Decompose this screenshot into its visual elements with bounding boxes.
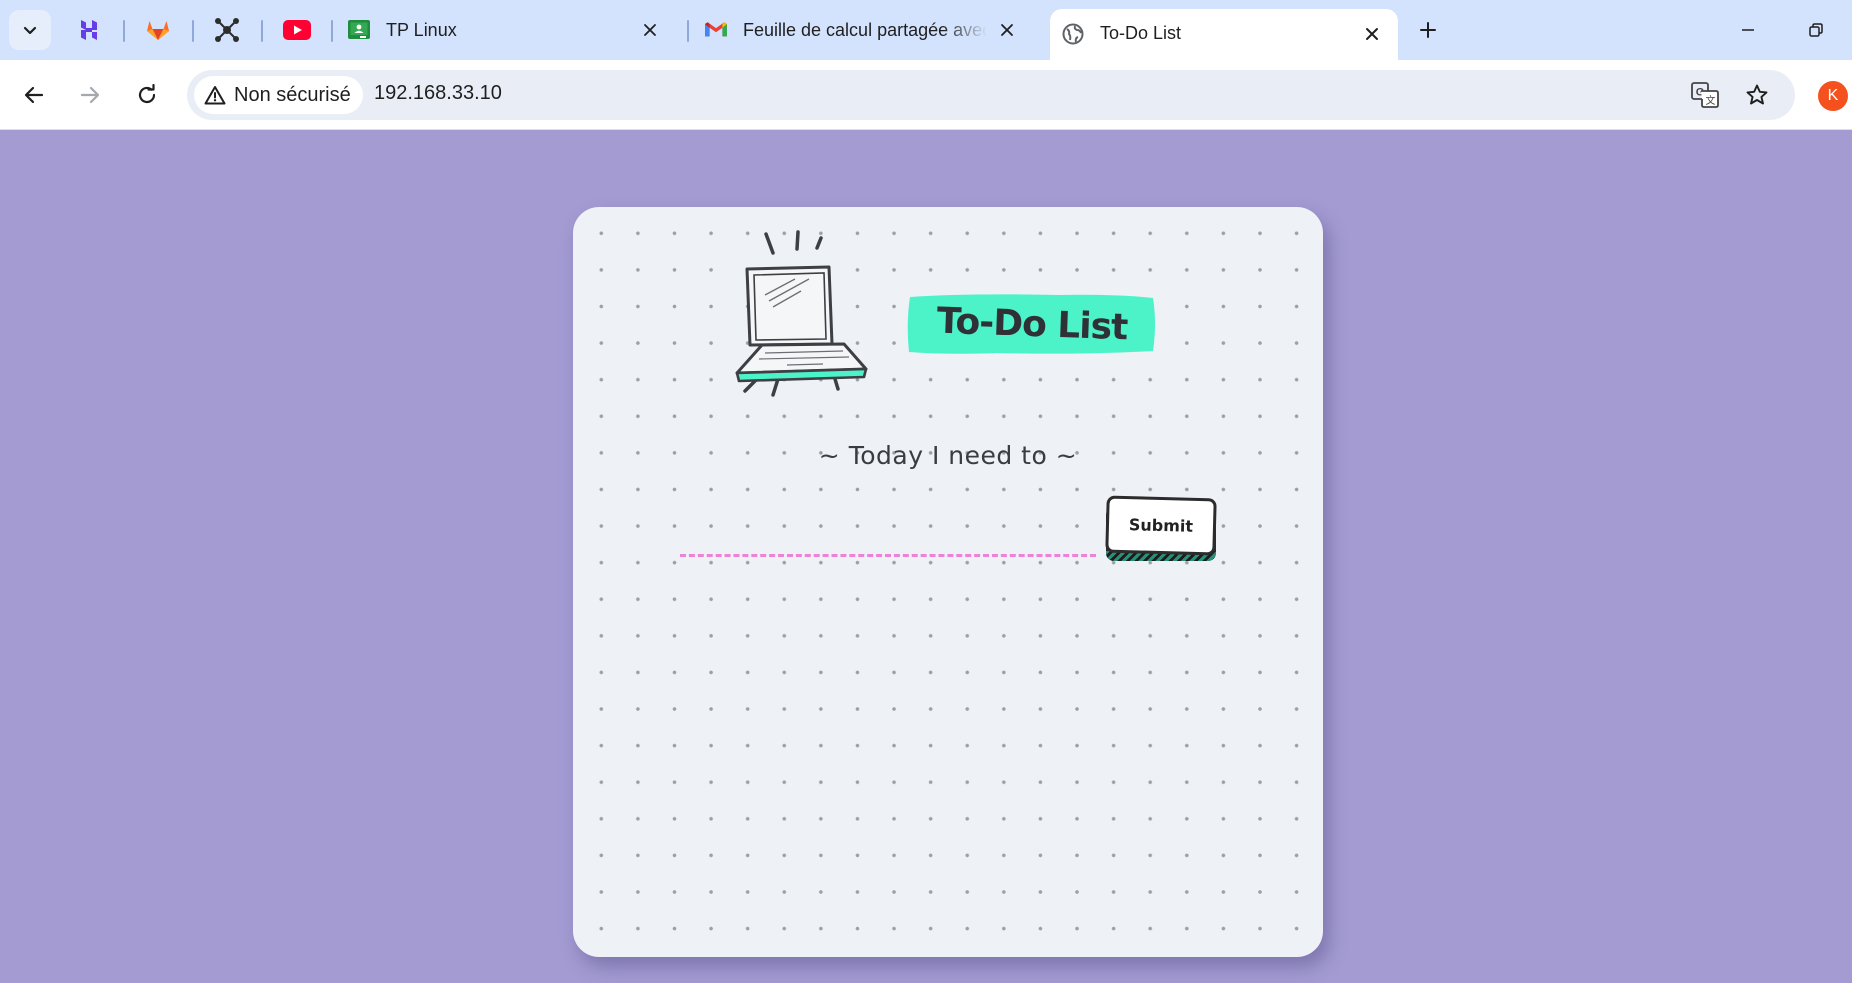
- tab-strip: TP Linux Feuille de calcul partagée avec…: [0, 0, 1852, 60]
- gitlab-icon: [147, 21, 169, 40]
- plus-icon: [1420, 22, 1436, 38]
- pinned-tab-gitlab[interactable]: [133, 10, 183, 50]
- pinned-tab-youtube[interactable]: [272, 10, 322, 50]
- reload-icon: [138, 84, 156, 104]
- submit-button-wrapper: Submit: [1105, 495, 1217, 563]
- chevron-down-icon: [23, 26, 37, 35]
- tab-separator: [687, 20, 689, 42]
- close-icon: [1001, 24, 1013, 36]
- pinned-tab-network[interactable]: [202, 10, 252, 50]
- close-tab-button[interactable]: [995, 18, 1019, 42]
- close-icon: [644, 24, 656, 36]
- todo-card: To-Do List ~ Today I need to ~ Submit: [573, 207, 1323, 957]
- globe-icon: [1062, 23, 1084, 45]
- tab-separator: [261, 20, 263, 42]
- translate-icon: G文: [1691, 82, 1719, 108]
- close-tab-button[interactable]: [638, 18, 662, 42]
- star-icon: [1746, 84, 1768, 105]
- pinned-tab-hostinger[interactable]: [64, 10, 114, 50]
- google-classroom-icon: [348, 19, 370, 41]
- page-title: To-Do List: [936, 300, 1128, 349]
- url-text[interactable]: 192.168.33.10: [374, 82, 502, 105]
- tab-title: To-Do List: [1100, 23, 1182, 43]
- arrow-right-icon: [80, 86, 100, 104]
- restore-icon: [1809, 23, 1823, 37]
- tab-separator: [331, 20, 333, 42]
- browser-toolbar: Non sécurisé 192.168.33.10 G文 K: [0, 60, 1852, 130]
- tab-search-button[interactable]: [9, 10, 51, 50]
- security-chip[interactable]: Non sécurisé: [194, 76, 363, 114]
- tab-todo-list[interactable]: To-Do List: [1050, 9, 1398, 60]
- tab-separator: [123, 20, 125, 42]
- bookmark-button[interactable]: [1739, 77, 1775, 113]
- task-input[interactable]: [680, 507, 1096, 557]
- warning-icon: [204, 86, 226, 105]
- profile-avatar[interactable]: K: [1818, 81, 1848, 111]
- network-graph-icon: [215, 18, 239, 42]
- security-label: Non sécurisé: [234, 83, 351, 106]
- gmail-icon: [705, 19, 727, 41]
- page-viewport: To-Do List ~ Today I need to ~ Submit: [0, 131, 1852, 983]
- youtube-icon: [283, 20, 311, 40]
- title-badge: To-Do List: [907, 293, 1157, 357]
- tab-gmail[interactable]: Feuille de calcul partagée avec vous: [693, 10, 1033, 50]
- minimize-icon: [1742, 29, 1754, 31]
- arrow-left-icon: [24, 86, 44, 104]
- hostinger-icon: [81, 20, 97, 40]
- tab-title: Feuille de calcul partagée avec vous: [743, 19, 987, 40]
- translate-button[interactable]: G文: [1687, 77, 1723, 113]
- forward-button[interactable]: [70, 75, 110, 115]
- close-tab-button[interactable]: [1360, 22, 1384, 46]
- tab-separator: [192, 20, 194, 42]
- svg-text:文: 文: [1706, 94, 1716, 107]
- tab-title: TP Linux: [386, 19, 457, 40]
- tab-tp-linux[interactable]: TP Linux: [336, 10, 676, 50]
- new-tab-button[interactable]: [1410, 12, 1446, 48]
- submit-button[interactable]: Submit: [1105, 495, 1217, 556]
- restore-window-button[interactable]: [1793, 10, 1839, 50]
- page-subtitle: ~ Today I need to ~: [818, 441, 1078, 470]
- address-bar[interactable]: Non sécurisé 192.168.33.10 G文: [187, 70, 1795, 120]
- close-icon: [1366, 27, 1378, 40]
- reload-button[interactable]: [127, 75, 167, 115]
- back-button[interactable]: [14, 75, 54, 115]
- minimize-window-button[interactable]: [1725, 10, 1771, 50]
